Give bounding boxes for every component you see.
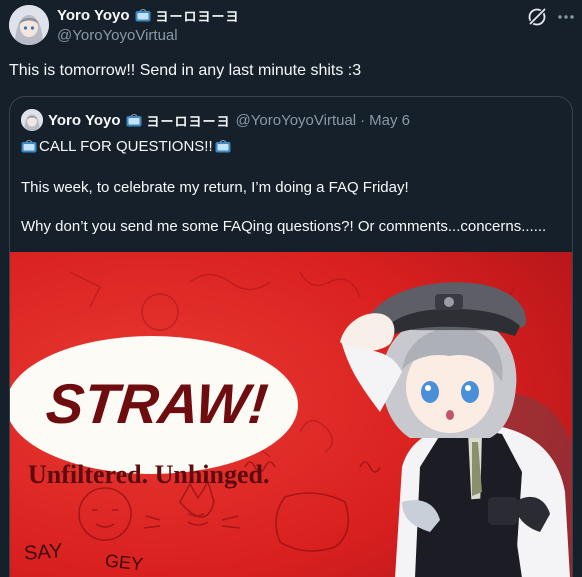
tv-emoji-icon xyxy=(126,112,142,127)
tweet-header: Yoro Yoyo ヨーロヨーヨ @YoroYoyoVirtual xyxy=(9,5,240,45)
quoted-display-name: Yoro Yoyo xyxy=(48,111,121,129)
quoted-text-line-1: CALL FOR QUESTIONS!! xyxy=(21,138,231,155)
quoted-handle: @YoroYoyoVirtual xyxy=(235,111,357,129)
quoted-japanese-name: ヨーロヨーヨ xyxy=(146,113,231,129)
call-for-questions-text: CALL FOR QUESTIONS!! xyxy=(39,138,213,155)
display-name[interactable]: Yoro Yoyo xyxy=(57,7,130,24)
quoted-avatar xyxy=(21,109,43,131)
tv-emoji-icon xyxy=(21,139,37,153)
tweet-text: This is tomorrow!! Send in any last minu… xyxy=(9,62,362,79)
tweet-card[interactable]: Yoro Yoyo ヨーロヨーヨ @YoroYoyoVirtual This i… xyxy=(0,0,582,577)
logo-text: STRAW! xyxy=(43,372,270,435)
doodle-gey: GEY xyxy=(104,550,144,574)
more-icon[interactable] xyxy=(556,6,576,28)
grok-icon[interactable] xyxy=(526,6,548,28)
author-info: Yoro Yoyo ヨーロヨーヨ @YoroYoyoVirtual xyxy=(57,6,240,45)
quoted-tweet-header: Yoro Yoyo ヨーロヨーヨ @YoroYoyoVirtual · May … xyxy=(21,109,410,131)
quoted-text-line-2: This week, to celebrate my return, I’m d… xyxy=(21,179,409,196)
tv-emoji-icon xyxy=(135,7,151,22)
avatar-image xyxy=(9,5,49,45)
tagline-text: Unfiltered. Unhinged. xyxy=(28,460,270,489)
doodle-say: SAY xyxy=(23,540,63,565)
quoted-text-line-3: Why don’t you send me some FAQing questi… xyxy=(21,218,547,235)
separator-dot: · xyxy=(360,111,366,129)
quoted-date: May 6 xyxy=(369,111,410,129)
avatar[interactable] xyxy=(9,5,49,45)
author-handle[interactable]: @YoroYoyoVirtual xyxy=(57,27,240,44)
media-image[interactable]: STRAW! Unfiltered. Unhinged. SAY GEY xyxy=(10,252,572,577)
quoted-tweet[interactable]: Yoro Yoyo ヨーロヨーヨ @YoroYoyoVirtual · May … xyxy=(9,96,573,577)
tv-emoji-icon xyxy=(215,139,231,153)
japanese-name: ヨーロヨーヨ xyxy=(155,8,240,24)
